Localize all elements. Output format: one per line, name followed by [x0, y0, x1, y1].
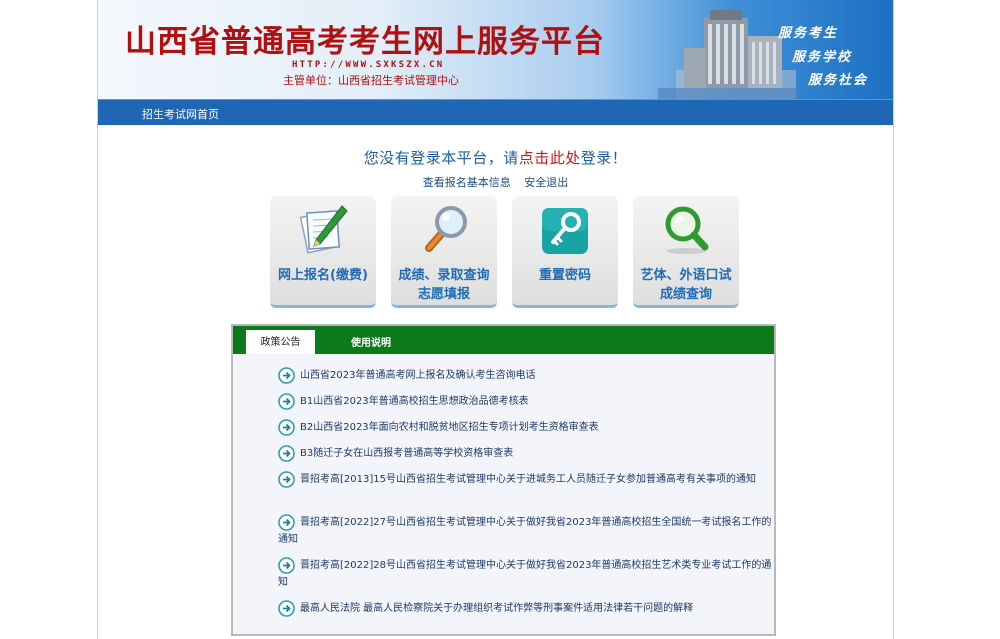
tile-score-admission-query[interactable]: 成绩、录取查询 志愿填报 [391, 196, 497, 308]
slogan-3: 服务社会 [808, 73, 869, 88]
account-links: 查看报名基本信息 安全退出 [98, 174, 893, 190]
tab-usage-instructions[interactable]: 使用说明 [351, 334, 391, 349]
notice-title: B2山西省2023年面向农村和脱贫地区招生专项计划考生资格审查表 [300, 422, 599, 433]
login-click-here-link[interactable]: 点击此处 [519, 149, 581, 167]
pen-paper-icon [299, 205, 348, 254]
host-organization: 主管单位：山西省招生考试管理中心 [283, 74, 459, 87]
notice-title: B1山西省2023年普通高校招生思想政治品德考核表 [300, 396, 529, 407]
site-title: 山西省普通高考考生网上服务平台 [125, 24, 605, 60]
login-prompt: 您没有登录本平台，请点击此处登录！ [98, 147, 893, 168]
site-banner: 山西省普通高考考生网上服务平台 HTTP://WWW.SXKSZX.CN 主管单… [98, 0, 893, 99]
list-item[interactable]: 晋招考高[2013]15号山西省招生考试管理中心关于进城务工人员随迁子女参加普通… [278, 471, 773, 488]
slogan-1: 服务考生 [778, 26, 839, 41]
login-prompt-prefix: 您没有登录本平台，请 [363, 149, 519, 167]
green-magnifier-icon [665, 206, 709, 254]
list-item[interactable]: B2山西省2023年面向农村和脱贫地区招生专项计划考生资格审查表 [278, 419, 773, 436]
list-item[interactable]: B3随迁子女在山西报考普通高等学校资格审查表 [278, 445, 773, 462]
page-container: 山西省普通高考考生网上服务平台 HTTP://WWW.SXKSZX.CN 主管单… [97, 0, 894, 639]
list-item[interactable]: 晋招考高[2022]27号山西省招生考试管理中心关于做好我省2023年普通高校招… [278, 514, 773, 548]
list-item[interactable]: 晋招考高[2022]28号山西省招生考试管理中心关于做好我省2023年普通高校招… [278, 557, 773, 591]
list-item[interactable]: 最高人民法院 最高人民检察院关于办理组织考试作弊等刑事案件适用法律若干问题的解释 [278, 600, 773, 617]
arrow-right-circle-icon [278, 600, 295, 617]
notice-title: 晋招考高[2013]15号山西省招生考试管理中心关于进城务工人员随迁子女参加普通… [300, 474, 756, 485]
notice-panel: 政策公告 使用说明 山西省2023年普通高考网上报名及确认考生咨询电话 B1山西… [231, 324, 776, 636]
arrow-right-circle-icon [278, 367, 295, 384]
nav-bar: 招生考试网首页 [98, 99, 893, 125]
tab-policy-announcements[interactable]: 政策公告 [246, 330, 315, 354]
arrow-right-circle-icon [278, 471, 295, 488]
arrow-right-circle-icon [278, 557, 295, 574]
tile-online-registration-label: 网上报名(缴费) [270, 266, 376, 285]
tile-label-line: 网上报名(缴费) [278, 268, 368, 283]
list-item[interactable]: B1山西省2023年普通高校招生思想政治品德考核表 [278, 393, 773, 410]
tile-label-line: 成绩查询 [659, 287, 712, 302]
key-icon [542, 208, 588, 254]
arrow-right-circle-icon [278, 419, 295, 436]
slogan-2: 服务学校 [792, 50, 853, 65]
notice-title: 山西省2023年普通高考网上报名及确认考生咨询电话 [300, 370, 536, 381]
notice-title: B3随迁子女在山西报考普通高等学校资格审查表 [300, 448, 514, 459]
tile-art-oral-score-query[interactable]: 艺体、外语口试 成绩查询 [633, 196, 739, 308]
tile-score-admission-query-label: 成绩、录取查询 志愿填报 [391, 266, 497, 304]
tile-reset-password-label: 重置密码 [512, 266, 618, 285]
tile-label-line: 重置密码 [538, 268, 591, 283]
notice-title: 晋招考高[2022]27号山西省招生考试管理中心关于做好我省2023年普通高校招… [278, 517, 772, 545]
login-prompt-suffix: 登录！ [580, 149, 628, 167]
arrow-right-circle-icon [278, 393, 295, 410]
notice-title: 最高人民法院 最高人民检察院关于办理组织考试作弊等刑事案件适用法律若干问题的解释 [300, 603, 694, 614]
notice-tab-bar: 政策公告 使用说明 [233, 326, 774, 354]
notice-title: 晋招考高[2022]28号山西省招生考试管理中心关于做好我省2023年普通高校招… [278, 560, 772, 588]
tile-label-line: 成绩、录取查询 [398, 268, 490, 283]
view-registration-info-link[interactable]: 查看报名基本信息 [423, 176, 511, 189]
tile-label-line: 志愿填报 [417, 287, 470, 302]
tile-label-line: 艺体、外语口试 [640, 268, 732, 283]
logout-link[interactable]: 安全退出 [524, 176, 568, 189]
tile-online-registration[interactable]: 网上报名(缴费) [270, 196, 376, 308]
list-item[interactable]: 山西省2023年普通高考网上报名及确认考生咨询电话 [278, 367, 773, 384]
site-url: HTTP://WWW.SXKSZX.CN [292, 60, 445, 70]
nav-home-link[interactable]: 招生考试网首页 [142, 106, 219, 122]
arrow-right-circle-icon [278, 514, 295, 531]
tile-art-oral-score-query-label: 艺体、外语口试 成绩查询 [633, 266, 739, 304]
arrow-right-circle-icon [278, 445, 295, 462]
magnifier-icon [425, 206, 467, 252]
building-illustration-icon [658, 10, 798, 99]
tile-reset-password[interactable]: 重置密码 [512, 196, 618, 308]
